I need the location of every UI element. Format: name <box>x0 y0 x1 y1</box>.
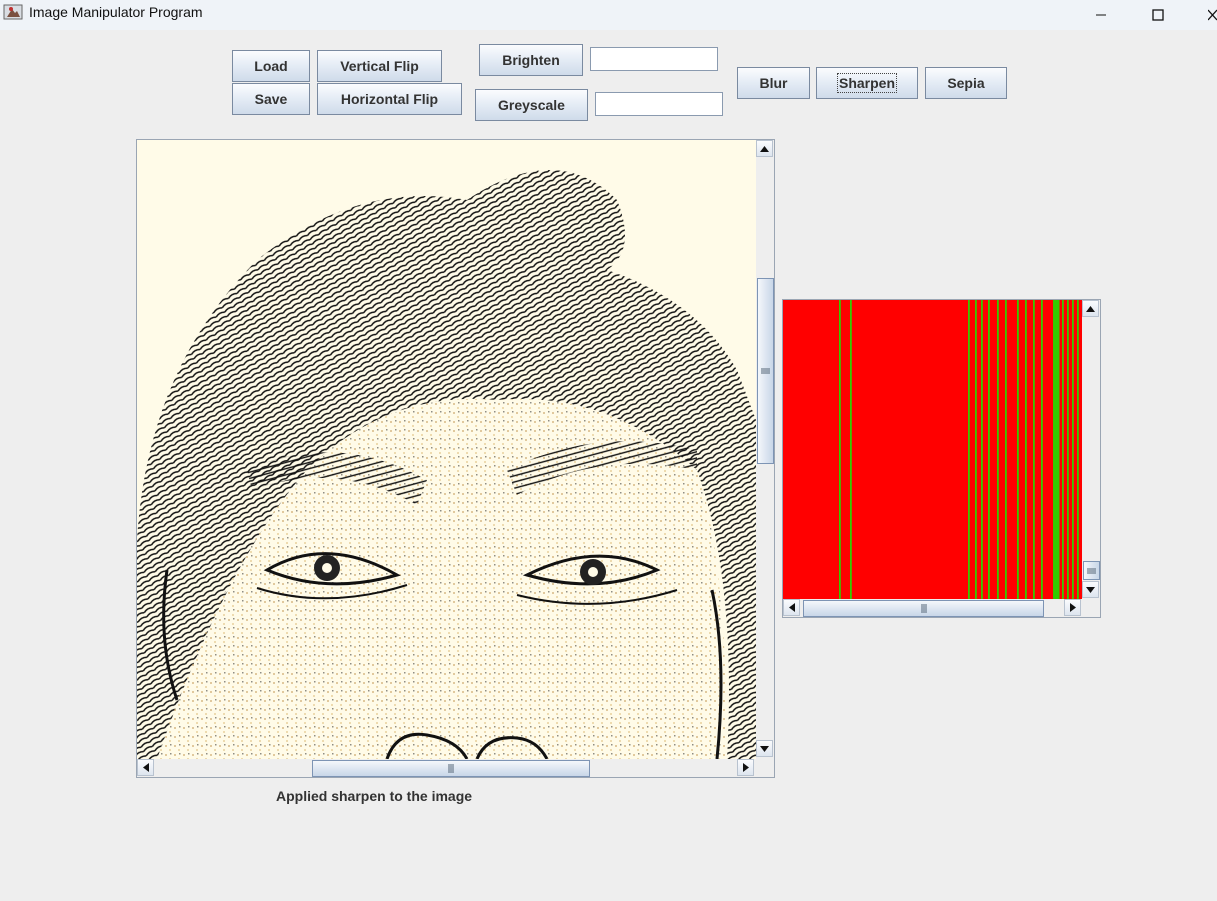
histogram-line <box>1033 300 1035 599</box>
histogram-line <box>850 300 852 599</box>
image-scroll-pane[interactable] <box>136 139 775 778</box>
histogram-horizontal-scroll-thumb[interactable] <box>803 600 1044 617</box>
histogram-line <box>1062 300 1064 599</box>
histogram-line <box>839 300 841 599</box>
histogram-line <box>1072 300 1074 599</box>
status-message: Applied sharpen to the image <box>276 788 473 804</box>
histogram-line <box>1067 300 1069 599</box>
histogram-line <box>1057 300 1060 599</box>
histogram-line <box>1005 300 1007 599</box>
scroll-left-arrow-icon[interactable] <box>137 759 154 776</box>
java-app-icon <box>3 3 23 21</box>
sharpened-portrait-image <box>137 140 756 759</box>
greyscale-button-label: Greyscale <box>498 97 565 113</box>
load-button-label: Load <box>254 58 288 74</box>
histogram-line <box>1077 300 1079 599</box>
brighten-input[interactable] <box>590 47 718 71</box>
histogram-scroll-right-arrow-icon[interactable] <box>1064 599 1081 616</box>
sharpen-button-label: Sharpen <box>836 73 898 93</box>
brighten-button[interactable]: Brighten <box>479 44 583 76</box>
sepia-button-label: Sepia <box>947 75 985 91</box>
histogram-scroll-corner <box>1082 599 1100 617</box>
vertical-flip-button-label: Vertical Flip <box>340 58 419 74</box>
histogram-horizontal-scrollbar[interactable] <box>783 599 1082 617</box>
minimize-icon[interactable] <box>1078 0 1124 30</box>
greyscale-input[interactable] <box>595 92 723 116</box>
scroll-down-arrow-icon[interactable] <box>756 740 773 757</box>
brighten-button-label: Brighten <box>502 52 560 68</box>
image-vertical-scroll-thumb[interactable] <box>757 278 774 464</box>
image-vertical-scrollbar[interactable] <box>756 140 774 759</box>
scroll-corner <box>756 759 774 777</box>
save-button-label: Save <box>254 91 288 107</box>
image-horizontal-scrollbar[interactable] <box>137 759 756 777</box>
image-horizontal-scroll-thumb[interactable] <box>312 760 590 777</box>
histogram-chart <box>783 300 1082 599</box>
histogram-line <box>1041 300 1043 599</box>
horizontal-flip-button-label: Horizontal Flip <box>340 91 439 107</box>
histogram-vertical-scrollbar[interactable] <box>1082 300 1100 599</box>
greyscale-button[interactable]: Greyscale <box>475 89 588 121</box>
histogram-line <box>968 300 970 599</box>
histogram-scroll-pane[interactable] <box>782 299 1101 618</box>
maximize-icon[interactable] <box>1135 0 1181 30</box>
histogram-viewport <box>783 300 1082 599</box>
image-viewport <box>137 140 756 759</box>
histogram-line <box>1025 300 1027 599</box>
histogram-line <box>1017 300 1019 599</box>
title-bar: Image Manipulator Program <box>0 0 1217 30</box>
sharpen-button[interactable]: Sharpen <box>816 67 918 99</box>
histogram-vertical-scroll-thumb[interactable] <box>1083 561 1100 580</box>
sepia-button[interactable]: Sepia <box>925 67 1007 99</box>
histogram-background <box>783 300 1082 599</box>
horizontal-flip-button[interactable]: Horizontal Flip <box>317 83 462 115</box>
close-icon[interactable] <box>1190 0 1217 30</box>
histogram-line <box>981 300 983 599</box>
scroll-up-arrow-icon[interactable] <box>756 140 773 157</box>
load-button[interactable]: Load <box>232 50 310 82</box>
histogram-scroll-down-arrow-icon[interactable] <box>1082 581 1099 598</box>
histogram-line <box>975 300 977 599</box>
blur-button[interactable]: Blur <box>737 67 810 99</box>
save-button[interactable]: Save <box>232 83 310 115</box>
window-title: Image Manipulator Program <box>29 4 203 20</box>
histogram-line <box>997 300 999 599</box>
blur-button-label: Blur <box>759 75 788 91</box>
histogram-line <box>988 300 990 599</box>
vertical-flip-button[interactable]: Vertical Flip <box>317 50 442 82</box>
histogram-scroll-left-arrow-icon[interactable] <box>783 599 800 616</box>
scroll-right-arrow-icon[interactable] <box>737 759 754 776</box>
histogram-scroll-up-arrow-icon[interactable] <box>1082 300 1099 317</box>
